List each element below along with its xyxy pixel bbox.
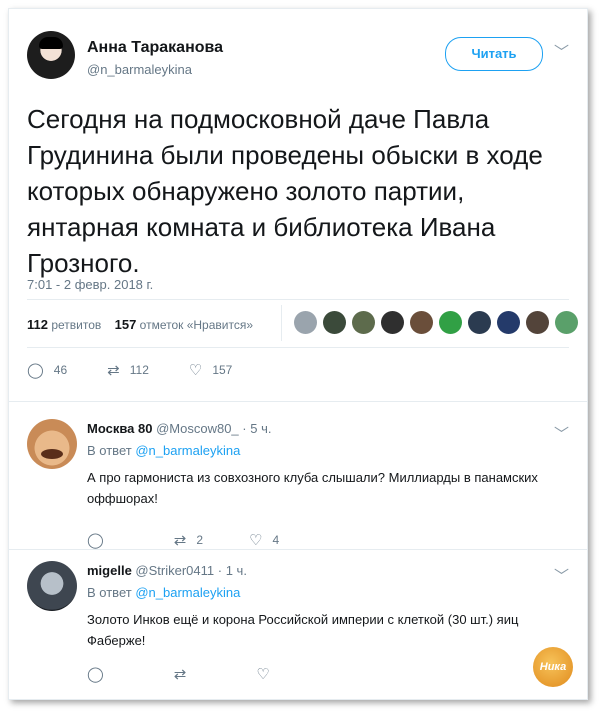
heart-icon: ♡	[249, 532, 263, 549]
reply-count: 46	[53, 363, 68, 377]
reply-icon: ◯	[27, 362, 44, 379]
tweet-header: Анна Тараканова @n_barmaleykina Читать ﹀	[27, 31, 569, 87]
reply-age[interactable]: · 1 ч.	[218, 563, 247, 578]
reply-tweet[interactable]: migelle @Striker0411 · 1 ч. ﹀ В ответ @n…	[9, 561, 587, 691]
like-action[interactable]: ♡	[256, 665, 279, 683]
reply-action[interactable]: ◯	[87, 665, 114, 683]
divider	[27, 347, 569, 348]
likes-label[interactable]: отметок «Нравится»	[140, 318, 253, 332]
liker-avatar[interactable]	[439, 311, 462, 334]
reply-age[interactable]: · 5 ч.	[242, 421, 271, 436]
reply-author[interactable]: Москва 80 @Moscow80_ · 5 ч.	[87, 421, 271, 436]
likes-count[interactable]: 157	[115, 317, 137, 332]
divider	[9, 401, 587, 402]
author-handle[interactable]: @n_barmaleykina	[87, 62, 192, 77]
liker-avatar[interactable]	[294, 311, 317, 334]
reply-to: В ответ @n_barmaleykina	[87, 585, 240, 600]
like-action[interactable]: ♡ 4	[249, 531, 279, 549]
tweet-stats: 112 ретвитов 157 отметок «Нравится»	[27, 317, 253, 332]
reply-author[interactable]: migelle @Striker0411 · 1 ч.	[87, 563, 247, 578]
reply-author-name[interactable]: migelle	[87, 563, 132, 578]
liker-avatars	[294, 311, 578, 334]
reply-actions: ◯ ⇄ 2 ♡ 4	[87, 531, 319, 549]
liker-avatar[interactable]	[497, 311, 520, 334]
like-count: 4	[272, 533, 280, 547]
reply-to-prefix: В ответ	[87, 443, 132, 458]
heart-icon: ♡	[256, 666, 270, 683]
reply-icon: ◯	[87, 532, 104, 549]
reply-author-name[interactable]: Москва 80	[87, 421, 152, 436]
liker-avatar[interactable]	[381, 311, 404, 334]
liker-avatar[interactable]	[352, 311, 375, 334]
retweet-action[interactable]: ⇄ 112	[107, 361, 149, 379]
retweet-icon: ⇄	[107, 362, 120, 379]
reply-action[interactable]: ◯ 46	[27, 361, 67, 379]
retweet-action[interactable]: ⇄	[174, 665, 197, 683]
chevron-down-icon[interactable]: ﹀	[554, 565, 569, 586]
stats-separator	[281, 305, 282, 341]
reply-to-prefix: В ответ	[87, 585, 132, 600]
liker-avatar[interactable]	[468, 311, 491, 334]
reply-author-handle[interactable]: @Moscow80_	[156, 421, 239, 436]
tweet-card: Анна Тараканова @n_barmaleykina Читать ﹀…	[8, 8, 588, 700]
chevron-down-icon[interactable]: ﹀	[554, 423, 569, 444]
reply-icon: ◯	[87, 666, 104, 683]
retweet-count: 112	[129, 363, 149, 377]
retweet-action[interactable]: ⇄ 2	[174, 531, 203, 549]
follow-button[interactable]: Читать	[445, 37, 543, 71]
reply-text: А про гармониста из совхозного клуба слы…	[87, 470, 538, 506]
reply-actions: ◯ ⇄ ♡	[87, 665, 320, 683]
liker-avatar[interactable]	[555, 311, 578, 334]
chevron-down-icon[interactable]: ﹀	[554, 41, 569, 62]
liker-avatar[interactable]	[410, 311, 433, 334]
retweet-icon: ⇄	[173, 666, 187, 683]
retweet-icon: ⇄	[173, 532, 187, 549]
retweet-count: 2	[196, 533, 204, 547]
reply-avatar[interactable]	[27, 561, 77, 611]
reply-author-handle[interactable]: @Striker0411	[135, 563, 214, 578]
author-avatar[interactable]	[27, 31, 75, 79]
reply-text: Золото Инков ещё и корона Российской имп…	[87, 612, 519, 648]
reply-to: В ответ @n_barmaleykina	[87, 443, 240, 458]
heart-icon: ♡	[188, 362, 203, 379]
reply-action[interactable]: ◯	[87, 531, 114, 549]
tweet-text: Сегодня на подмосковной даче Павла Груди…	[27, 104, 543, 278]
divider	[9, 549, 587, 550]
reply-to-link[interactable]: @n_barmaleykina	[135, 443, 240, 458]
tweet-timestamp[interactable]: 7:01 - 2 февр. 2018 г.	[27, 277, 153, 292]
author-name[interactable]: Анна Тараканова	[87, 39, 223, 57]
retweets-label[interactable]: ретвитов	[51, 318, 101, 332]
retweets-count[interactable]: 112	[27, 317, 48, 332]
like-action[interactable]: ♡ 157	[189, 361, 232, 379]
liker-avatar[interactable]	[323, 311, 346, 334]
tweet-actions: ◯ 46 ⇄ 112 ♡ 157	[27, 361, 272, 379]
watermark-logo: Ника	[533, 647, 573, 687]
divider	[27, 299, 569, 300]
like-count: 157	[212, 363, 233, 377]
reply-to-link[interactable]: @n_barmaleykina	[135, 585, 240, 600]
reply-avatar[interactable]	[27, 419, 77, 469]
reply-tweet[interactable]: Москва 80 @Moscow80_ · 5 ч. ﹀ В ответ @n…	[9, 419, 587, 549]
liker-avatar[interactable]	[526, 311, 549, 334]
